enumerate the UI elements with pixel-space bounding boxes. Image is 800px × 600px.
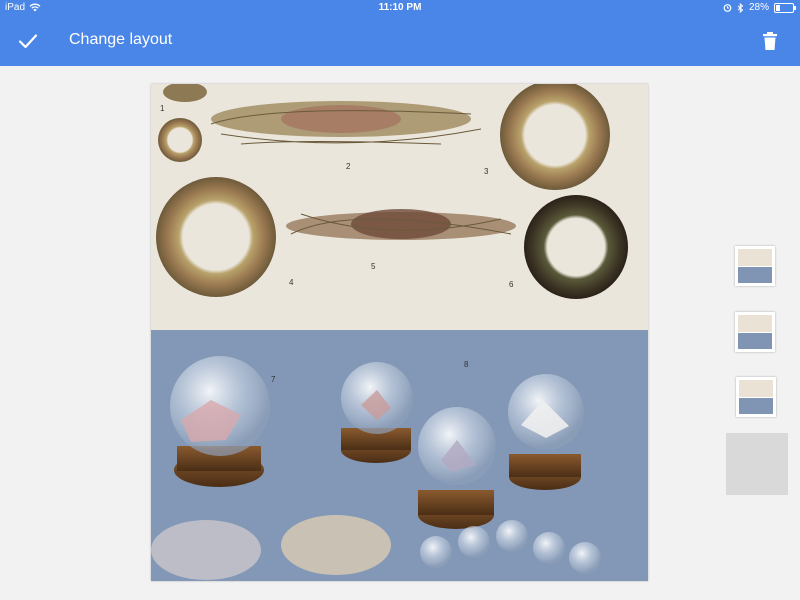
layout-option-3-top xyxy=(739,380,773,397)
battery-percent: 28% xyxy=(748,2,769,13)
layout-option-2-bottom xyxy=(738,333,772,349)
battery-icon xyxy=(774,2,796,13)
photo-label-1: 1 xyxy=(160,104,165,113)
page-title: Change layout xyxy=(69,31,173,48)
status-right: 28% xyxy=(723,2,796,13)
globes-photo: 7 8 xyxy=(151,330,648,581)
app-bar: Change layout xyxy=(0,16,800,66)
status-time: 11:10 PM xyxy=(378,2,422,13)
check-icon[interactable] xyxy=(16,29,40,53)
layout-option-1-top xyxy=(738,249,772,266)
photo-label-8: 8 xyxy=(464,360,469,369)
canvas-area: 1 2 3 4 5 6 7 8 xyxy=(0,66,800,600)
photo-label-3: 3 xyxy=(484,167,489,176)
layout-option-2-top xyxy=(738,315,772,332)
photo-label-5: 5 xyxy=(371,262,376,271)
photo-label-4: 4 xyxy=(289,278,294,287)
layout-option-1[interactable] xyxy=(735,246,775,286)
battery-fill xyxy=(776,4,781,11)
bluetooth-icon xyxy=(737,2,744,13)
trash-icon[interactable] xyxy=(758,29,782,53)
layout-option-1-bottom xyxy=(738,267,772,283)
status-bar: iPad 11:10 PM 28% xyxy=(0,0,800,16)
layout-option-2[interactable] xyxy=(735,312,775,352)
photo-label-7: 7 xyxy=(271,375,276,384)
photo-label-6: 6 xyxy=(509,280,514,289)
layout-option-3[interactable] xyxy=(736,377,776,417)
selected-layout-highlight xyxy=(726,433,788,495)
photo-label-2: 2 xyxy=(346,162,351,171)
scanned-photo-page[interactable]: 1 2 3 4 5 6 7 8 xyxy=(151,84,648,581)
wreaths-photo: 1 2 3 4 5 6 xyxy=(151,84,648,330)
alarm-icon xyxy=(723,4,732,12)
globes-illustration xyxy=(151,330,648,581)
layout-option-3-bottom xyxy=(739,398,773,414)
wreaths-illustration xyxy=(156,84,628,299)
